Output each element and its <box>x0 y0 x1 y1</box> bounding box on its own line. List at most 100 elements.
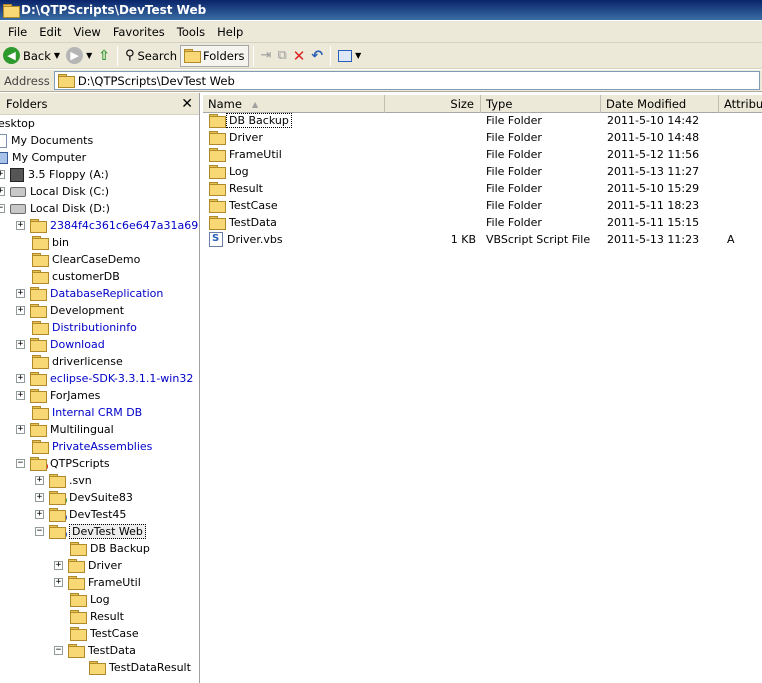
file-row[interactable]: Result File Folder 2011-5-10 15:29 <box>203 180 762 197</box>
tree-item-folder[interactable]: + 2384f4c361c6e647a31a699c <box>16 217 199 234</box>
expand-icon[interactable]: + <box>0 170 5 179</box>
menu-view[interactable]: View <box>68 25 107 39</box>
tree-item-folder[interactable]: + FrameUtil <box>54 574 141 591</box>
collapse-icon[interactable]: − <box>16 459 25 468</box>
column-header-size[interactable]: Size <box>385 95 481 113</box>
tree-item-folder[interactable]: + .svn <box>35 472 92 489</box>
expand-icon[interactable]: + <box>35 493 44 502</box>
file-row[interactable]: Driver.vbs 1 KB VBScript Script File 201… <box>203 231 762 248</box>
tree-item-folder[interactable]: bin <box>32 234 69 251</box>
tree-item-folder[interactable]: + Development <box>16 302 124 319</box>
forward-dropdown-icon[interactable]: ▼ <box>86 51 92 60</box>
tree-item-folder[interactable]: DB Backup <box>70 540 150 557</box>
expand-icon[interactable]: + <box>35 510 44 519</box>
tree-item-my-documents[interactable]: My Documents <box>0 132 93 149</box>
file-row[interactable]: DB Backup File Folder 2011-5-10 14:42 <box>203 112 762 129</box>
file-row[interactable]: FrameUtil File Folder 2011-5-12 11:56 <box>203 146 762 163</box>
expand-icon[interactable]: + <box>16 374 25 383</box>
undo-button[interactable]: ↶ <box>308 45 326 67</box>
folder-icon <box>32 406 49 420</box>
folder-icon <box>68 559 85 573</box>
back-button[interactable]: ◀ Back ▼ <box>0 45 63 67</box>
tree-item-folder[interactable]: Result <box>70 608 124 625</box>
tree-item-local-disk-d[interactable]: − Local Disk (D:) <box>0 200 110 217</box>
tree-item-folder[interactable]: driverlicense <box>32 353 123 370</box>
expand-icon[interactable]: + <box>0 187 5 196</box>
expand-icon[interactable]: + <box>35 476 44 485</box>
search-icon: ⚲ <box>124 48 135 63</box>
forward-button[interactable]: ▶ ▼ <box>63 45 95 67</box>
expand-icon[interactable]: + <box>16 289 25 298</box>
collapse-icon[interactable]: − <box>35 527 44 536</box>
up-arrow-icon: ⇧ <box>98 47 110 64</box>
tree-item-devtest-web[interactable]: − DevTest Web <box>35 523 146 540</box>
folders-pane-title: Folders <box>6 96 48 111</box>
tree-item-folder[interactable]: + DatabaseReplication <box>16 285 163 302</box>
tree-item-folder[interactable]: customerDB <box>32 268 120 285</box>
tree-item-folder[interactable]: + DevSuite83 <box>35 489 133 506</box>
tree-item-folder[interactable]: + DevTest45 <box>35 506 126 523</box>
expand-icon[interactable]: + <box>54 578 63 587</box>
tree-item-folder[interactable]: TestCase <box>70 625 139 642</box>
column-header-name[interactable]: Name ▲ <box>203 95 385 113</box>
expand-icon[interactable]: + <box>16 391 25 400</box>
tree-item-folder[interactable]: Distributioninfo <box>32 319 137 336</box>
folder-icon <box>32 253 49 267</box>
address-field[interactable]: D:\QTPScripts\DevTest Web <box>53 71 760 90</box>
tree-item-folder[interactable]: − TestData <box>54 642 136 659</box>
views-dropdown-icon[interactable]: ▼ <box>355 51 361 60</box>
tree-item-folder[interactable]: + Multilingual <box>16 421 114 438</box>
menu-edit[interactable]: Edit <box>33 25 67 39</box>
address-label: Address <box>4 73 50 88</box>
tree-item-folder[interactable]: ClearCaseDemo <box>32 251 140 268</box>
menu-help[interactable]: Help <box>211 25 249 39</box>
up-folder-button[interactable]: ⇧ <box>95 45 113 67</box>
tree-item-folder[interactable]: Log <box>70 591 110 608</box>
tree-item-folder[interactable]: + ForJames <box>16 387 100 404</box>
back-dropdown-icon[interactable]: ▼ <box>54 51 60 60</box>
collapse-icon[interactable]: − <box>0 204 5 213</box>
folders-pane: Folders ✕ esktop My Documents My Compute… <box>0 93 200 683</box>
menu-favorites[interactable]: Favorites <box>107 25 171 39</box>
file-row[interactable]: TestData File Folder 2011-5-11 15:15 <box>203 214 762 231</box>
expand-icon[interactable]: + <box>54 561 63 570</box>
file-row[interactable]: Driver File Folder 2011-5-10 14:48 <box>203 129 762 146</box>
tree-item-local-disk-c[interactable]: + Local Disk (C:) <box>0 183 109 200</box>
tree-item-folder[interactable]: + Download <box>16 336 105 353</box>
expand-icon[interactable]: + <box>16 221 25 230</box>
close-icon[interactable]: ✕ <box>181 96 193 112</box>
tree-item-folder[interactable]: + Driver <box>54 557 122 574</box>
tree-item-my-computer[interactable]: My Computer <box>0 149 86 166</box>
column-header-attributes[interactable]: Attribu <box>719 95 762 113</box>
expand-icon[interactable]: + <box>16 340 25 349</box>
tree-item-qtpscripts[interactable]: − QTPScripts <box>16 455 110 472</box>
tree-item-folder[interactable]: TestDataResult <box>89 659 191 676</box>
tree-item-folder[interactable]: Internal CRM DB <box>32 404 142 421</box>
drive-icon <box>10 203 26 214</box>
tree-item-desktop[interactable]: esktop <box>0 115 35 132</box>
copy-to-button[interactable]: ⧉ <box>274 45 289 67</box>
column-header-date-modified[interactable]: Date Modified <box>601 95 719 113</box>
window-title: D:\QTPScripts\DevTest Web <box>21 3 207 17</box>
move-to-button[interactable]: ⇥ <box>258 45 275 67</box>
collapse-icon[interactable]: − <box>54 646 63 655</box>
views-button[interactable]: ▼ <box>335 45 364 67</box>
menu-file[interactable]: File <box>0 25 33 39</box>
expand-icon[interactable]: + <box>16 425 25 434</box>
folder-icon <box>32 355 49 369</box>
search-button[interactable]: ⚲ Search <box>122 45 180 67</box>
expand-icon[interactable]: + <box>16 306 25 315</box>
delete-button[interactable]: ✕ <box>290 45 309 67</box>
column-headers: Name ▲ Size Type Date Modified Attribu <box>203 95 762 113</box>
file-row[interactable]: TestCase File Folder 2011-5-11 18:23 <box>203 197 762 214</box>
file-row[interactable]: Log File Folder 2011-5-13 11:27 <box>203 163 762 180</box>
tree-item-folder[interactable]: PrivateAssemblies <box>32 438 152 455</box>
tree-item-folder[interactable]: + eclipse-SDK-3.3.1.1-win32 <box>16 370 193 387</box>
tree-item-floppy[interactable]: + 3.5 Floppy (A:) <box>0 166 109 183</box>
my-computer-icon <box>0 151 8 164</box>
folder-icon <box>32 270 49 284</box>
folders-button[interactable]: Folders <box>180 44 249 67</box>
menu-tools[interactable]: Tools <box>171 25 211 39</box>
column-header-type[interactable]: Type <box>481 95 601 113</box>
forward-arrow-icon: ▶ <box>66 47 84 64</box>
